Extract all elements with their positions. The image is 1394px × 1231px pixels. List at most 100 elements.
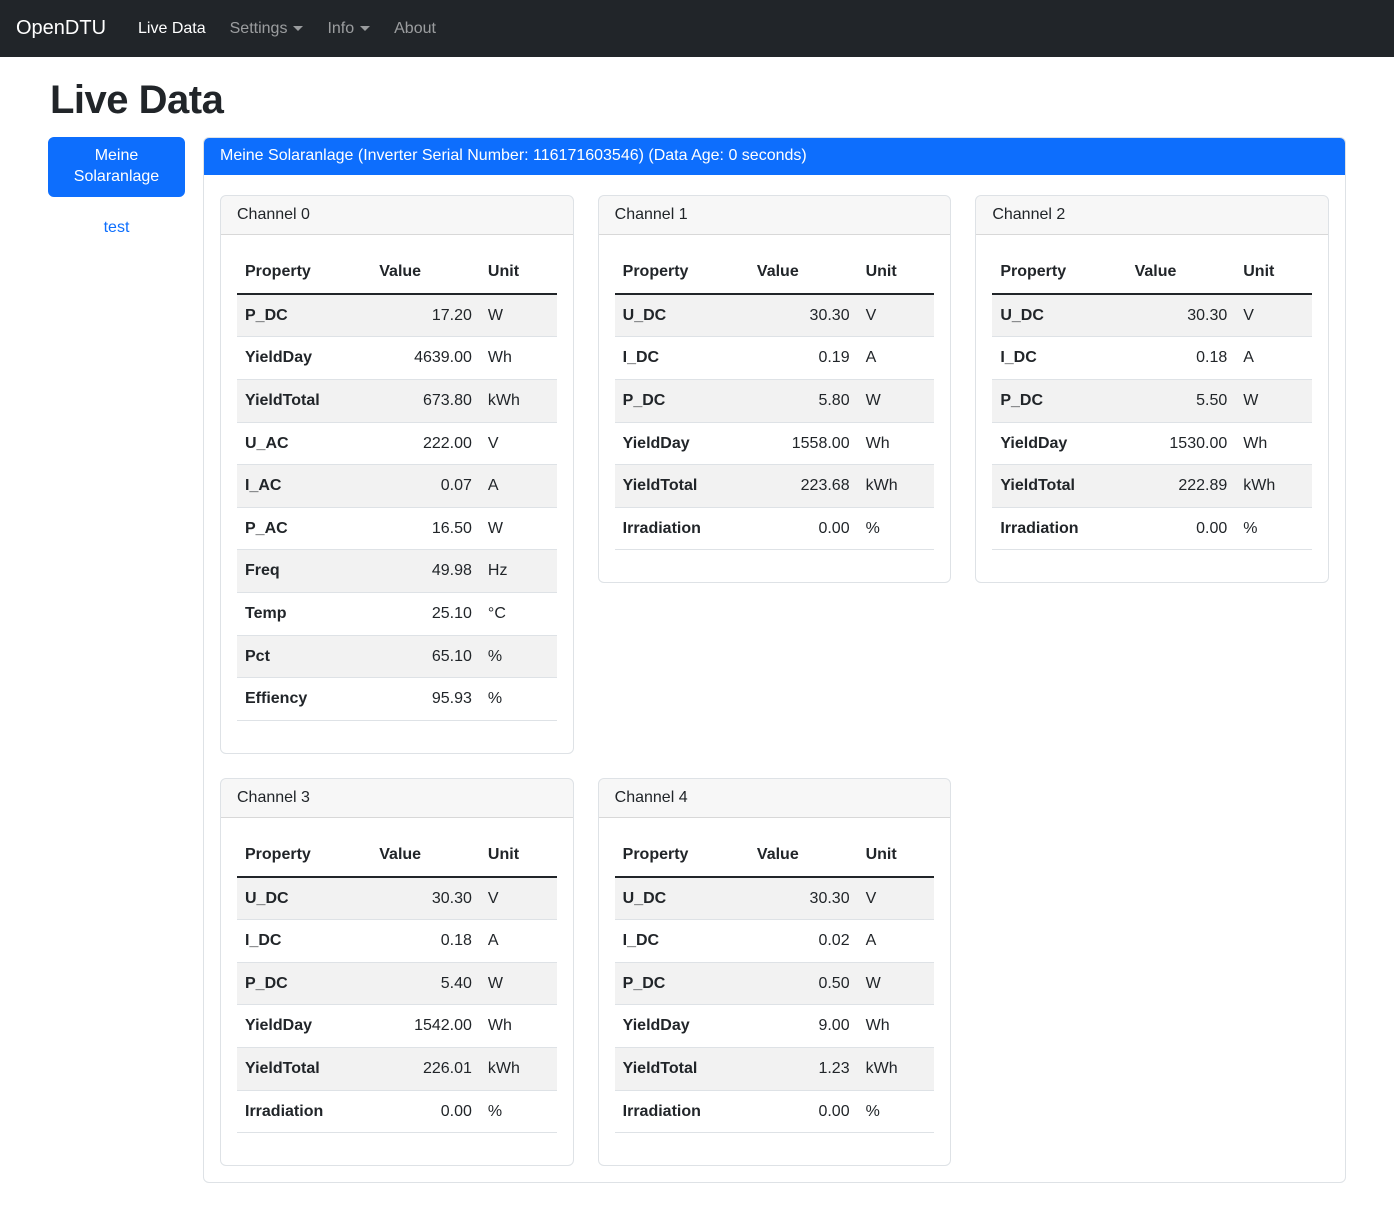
nav-item-about-label: About (394, 20, 436, 38)
property-cell: YieldDay (992, 422, 1126, 465)
nav-item-live-data[interactable]: Live Data (130, 12, 214, 46)
value-cell: 1542.00 (371, 1005, 480, 1048)
property-cell: YieldTotal (237, 379, 371, 422)
table-row: U_DC30.30V (992, 294, 1312, 337)
table-row: U_DC30.30V (615, 877, 935, 920)
column-header-property: Property (615, 251, 749, 294)
unit-cell: W (858, 379, 935, 422)
table-header-row: PropertyValueUnit (992, 251, 1312, 294)
navbar-brand[interactable]: OpenDTU (16, 17, 106, 40)
property-cell: I_DC (237, 920, 371, 963)
inverter-panel-body: Channel 0PropertyValueUnitP_DC17.20WYiel… (204, 175, 1345, 1182)
column-header-value: Value (371, 251, 480, 294)
channel-card-title: Channel 2 (976, 196, 1328, 235)
sidebar-link-test[interactable]: test (48, 219, 185, 237)
table-header-row: PropertyValueUnit (615, 834, 935, 877)
column-header-property: Property (992, 251, 1126, 294)
property-cell: YieldDay (615, 1005, 749, 1048)
channel-card-title: Channel 3 (221, 779, 573, 818)
table-row: Temp25.10°C (237, 592, 557, 635)
table-row: I_DC0.19A (615, 337, 935, 380)
property-cell: YieldDay (237, 337, 371, 380)
nav-item-settings[interactable]: Settings (222, 12, 312, 46)
unit-cell: W (858, 962, 935, 1005)
channel-card-title: Channel 1 (599, 196, 951, 235)
table-row: I_AC0.07A (237, 465, 557, 508)
unit-cell: W (480, 962, 557, 1005)
page-content: Live Data Meine Solaranlage test Meine S… (0, 57, 1394, 1231)
table-row: P_DC0.50W (615, 962, 935, 1005)
value-cell: 30.30 (749, 294, 858, 337)
navbar-menu: Live Data Settings Info About (130, 12, 452, 46)
table-row: I_DC0.18A (992, 337, 1312, 380)
value-cell: 17.20 (371, 294, 480, 337)
nav-item-settings-label: Settings (230, 20, 288, 38)
unit-cell: % (858, 507, 935, 550)
value-cell: 5.50 (1127, 379, 1236, 422)
property-cell: P_DC (237, 294, 371, 337)
property-cell: P_DC (992, 379, 1126, 422)
property-cell: Irradiation (992, 507, 1126, 550)
value-cell: 0.50 (749, 962, 858, 1005)
property-cell: Irradiation (615, 507, 749, 550)
table-row: U_DC30.30V (237, 877, 557, 920)
property-cell: YieldDay (237, 1005, 371, 1048)
value-cell: 4639.00 (371, 337, 480, 380)
unit-cell: Hz (480, 550, 557, 593)
table-row: Irradiation0.00% (237, 1090, 557, 1133)
nav-item-info[interactable]: Info (319, 12, 378, 46)
property-cell: U_DC (992, 294, 1126, 337)
unit-cell: % (858, 1090, 935, 1133)
property-cell: YieldDay (615, 422, 749, 465)
table-row: Irradiation0.00% (615, 1090, 935, 1133)
value-cell: 49.98 (371, 550, 480, 593)
value-cell: 0.00 (371, 1090, 480, 1133)
value-cell: 0.18 (371, 920, 480, 963)
page-title: Live Data (50, 78, 1346, 123)
value-cell: 0.00 (749, 1090, 858, 1133)
unit-cell: V (858, 294, 935, 337)
unit-cell: kWh (858, 465, 935, 508)
property-cell: P_DC (615, 379, 749, 422)
table-row: I_DC0.02A (615, 920, 935, 963)
column-header-value: Value (749, 251, 858, 294)
unit-cell: Wh (480, 1005, 557, 1048)
column-header-unit: Unit (858, 251, 935, 294)
property-cell: YieldTotal (615, 1048, 749, 1091)
table-row: YieldTotal673.80kWh (237, 379, 557, 422)
table-header-row: PropertyValueUnit (237, 251, 557, 294)
table-row: Freq49.98Hz (237, 550, 557, 593)
value-cell: 30.30 (1127, 294, 1236, 337)
nav-item-about[interactable]: About (386, 12, 444, 46)
value-cell: 0.00 (749, 507, 858, 550)
value-cell: 95.93 (371, 678, 480, 721)
property-cell: I_AC (237, 465, 371, 508)
table-row: YieldDay1530.00Wh (992, 422, 1312, 465)
channels-grid: Channel 0PropertyValueUnitP_DC17.20WYiel… (220, 195, 1329, 1166)
value-cell: 0.19 (749, 337, 858, 380)
column-header-property: Property (615, 834, 749, 877)
inverter-select-button[interactable]: Meine Solaranlage (48, 137, 185, 197)
channel-table: PropertyValueUnitU_DC30.30VI_DC0.18AP_DC… (992, 251, 1312, 550)
unit-cell: A (858, 920, 935, 963)
property-cell: I_DC (615, 337, 749, 380)
channel-card-body: PropertyValueUnitU_DC30.30VI_DC0.19AP_DC… (599, 235, 951, 582)
table-row: YieldTotal226.01kWh (237, 1048, 557, 1091)
unit-cell: Wh (1235, 422, 1312, 465)
channel-table: PropertyValueUnitU_DC30.30VI_DC0.18AP_DC… (237, 834, 557, 1133)
property-cell: Temp (237, 592, 371, 635)
unit-cell: Wh (858, 1005, 935, 1048)
channel-table: PropertyValueUnitP_DC17.20WYieldDay4639.… (237, 251, 557, 721)
property-cell: U_DC (237, 877, 371, 920)
column-header-unit: Unit (1235, 251, 1312, 294)
property-cell: YieldTotal (615, 465, 749, 508)
value-cell: 226.01 (371, 1048, 480, 1091)
table-row: I_DC0.18A (237, 920, 557, 963)
value-cell: 223.68 (749, 465, 858, 508)
channel-card-body: PropertyValueUnitP_DC17.20WYieldDay4639.… (221, 235, 573, 753)
value-cell: 1.23 (749, 1048, 858, 1091)
unit-cell: % (480, 635, 557, 678)
property-cell: I_DC (615, 920, 749, 963)
unit-cell: Wh (480, 337, 557, 380)
channel-card-title: Channel 4 (599, 779, 951, 818)
